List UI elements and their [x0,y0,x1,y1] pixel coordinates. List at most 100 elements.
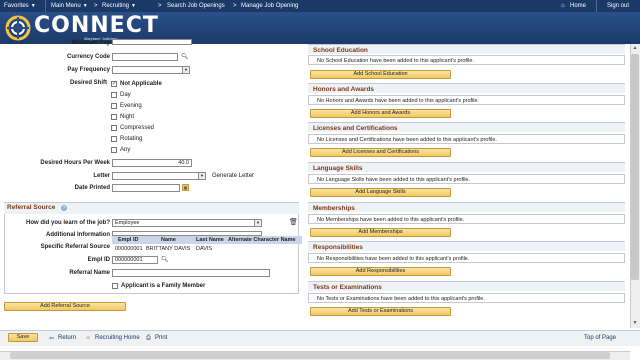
section-message: No Licenses and Certifications have been… [308,134,625,144]
add-tests-examinations-button[interactable]: Add Tests or Examinations [310,307,451,316]
breadcrumb-manage-job-opening[interactable]: Manage Job Opening [241,3,298,9]
recruiting-home-link[interactable]: Recruiting Home [95,335,140,341]
letter-select[interactable]: ▼ [112,172,206,180]
recruiting-home-icon[interactable]: ⌂ [86,335,90,341]
shift-checkbox-evening[interactable] [111,103,117,109]
top-nav-bar: Favorites ▼ Main Menu ▼ > Recruiting ▼ > Se… [0,0,640,12]
scrollbar-thumb[interactable] [631,54,639,280]
sign-out-link[interactable]: Sign out [607,3,629,9]
grid-header-alt-name: Alternate Character Name [228,237,296,243]
grid-cell-empl-id: 000000001 [115,246,143,252]
breadcrumb-arrow: > [158,3,162,9]
section-title: Tests or Examinations [308,281,625,291]
family-member-label: Applicant is a Family Member [121,283,206,289]
shift-checkbox-rotating[interactable] [111,136,117,142]
section-message: No Responsibilities have been added to t… [308,253,625,263]
add-school-education-button[interactable]: Add School Education [310,70,451,79]
chevron-down-icon: ▼ [254,220,261,226]
minimum-pay-label: Minimum Pay [71,40,110,46]
section-title: Language Skills [308,162,625,172]
section-message: No Tests or Examinations have been added… [308,293,625,303]
return-link[interactable]: Return [58,335,76,341]
horizontal-scrollbar-thumb[interactable] [10,352,610,359]
grid-cell-last-name: DAVIS [196,246,213,252]
shift-checkbox-day[interactable] [111,92,117,98]
breadcrumb-search-job-openings[interactable]: Search Job Openings [167,3,225,9]
add-language-skills-button[interactable]: Add Language Skills [310,188,451,197]
shift-label: Day [120,92,131,98]
referral-grid-row[interactable]: 000000001 BRITTANY DAVIS DAVIS [112,245,302,252]
generate-letter-link[interactable]: Generate Letter [212,173,254,179]
main-menu[interactable]: Main Menu ▼ [51,3,88,9]
how-learn-select[interactable]: Employee ▼ [112,219,262,227]
shift-label: Evening [120,103,142,109]
shift-label: Any [120,147,131,153]
how-learn-label: How did you learn of the job? [26,220,110,226]
breadcrumb-recruiting[interactable]: Recruiting ▼ [102,3,136,9]
shift-label: Compressed [120,125,155,131]
desired-hours-field[interactable]: 40.0 [112,159,192,167]
scroll-down-icon[interactable]: ▼ [631,320,639,328]
section-title: Honors and Awards [308,83,625,93]
add-referral-source-button[interactable]: Add Referral Source [4,302,126,311]
grid-header-name: Name [161,237,176,243]
shift-checkbox-not-applicable[interactable]: ✓ [111,81,117,87]
home-icon[interactable]: ⌂ [561,3,565,9]
specific-referral-label: Specific Referral Source [40,244,110,250]
trash-icon[interactable]: 🗑︎ [289,218,298,226]
connect-logo-icon [5,15,31,41]
print-link[interactable]: Print [155,335,167,341]
save-button[interactable]: Save [8,333,38,342]
referral-grid-header: Empl ID Name Last Name Alternate Charact… [112,236,302,244]
grid-header-empl-id: Empl ID [118,237,139,243]
chevron-down-icon: ▼ [198,173,205,179]
shift-label: Not Applicable [120,81,162,87]
breadcrumb-arrow: > [94,3,98,9]
nav-separator [45,0,46,12]
section-title: Responsibilities [308,241,625,251]
referral-source-title: Referral Source [7,204,56,211]
date-printed-label: Date Printed [74,185,110,191]
section-title: Memberships [308,202,625,212]
add-responsibilities-button[interactable]: Add Responsibilities [310,267,451,276]
section-message: No School Education have been added to t… [308,55,625,65]
shift-checkbox-night[interactable] [111,114,117,120]
top-of-page-link[interactable]: Top of Page [584,335,616,341]
pay-frequency-label: Pay Frequency [67,67,110,73]
calendar-icon[interactable]: ▦ [182,184,189,191]
shift-label: Rotating [120,136,143,142]
minimum-pay-field[interactable] [112,39,192,45]
date-printed-field[interactable] [112,184,180,192]
section-title: School Education [308,44,625,54]
empl-id-field[interactable]: 000000001 [112,256,158,264]
section-message: No Language Skills have been added to th… [308,174,625,184]
add-honors-awards-button[interactable]: Add Honors and Awards [310,109,451,118]
family-member-checkbox[interactable] [112,283,118,289]
help-icon[interactable]: ? [61,205,67,211]
section-message: No Honors and Awards have been added to … [308,95,625,105]
add-memberships-button[interactable]: Add Memberships [310,228,451,237]
section-message: No Memberships have been added to this a… [308,214,625,224]
return-icon[interactable]: ⇦ [49,335,54,342]
section-title: Licenses and Certifications [308,122,625,132]
referral-name-field[interactable] [112,269,270,277]
empl-id-label: Empl ID [87,257,110,263]
app-logo-text: CONNECT [34,13,159,38]
currency-code-field[interactable] [112,53,178,61]
lookup-icon[interactable]: 🔍︎ [181,53,189,60]
shift-checkbox-compressed[interactable] [111,125,117,131]
shift-checkbox-any[interactable] [111,147,117,153]
add-licenses-certifications-button[interactable]: Add Licenses and Certifications [310,148,451,157]
currency-code-label: Currency Code [66,54,110,60]
shift-label: Night [120,114,135,120]
favorites-menu[interactable]: Favorites ▼ [4,3,36,9]
home-link[interactable]: Home [570,3,586,9]
print-icon[interactable]: ⎙ [146,335,151,342]
additional-info-label: Additional Information [46,232,110,238]
breadcrumb-arrow: > [233,3,237,9]
pay-frequency-select[interactable]: ▼ [112,66,190,74]
nav-separator [596,0,597,12]
desired-shift-label: Desired Shift [69,80,107,86]
scroll-up-icon[interactable]: ▲ [631,45,639,53]
lookup-icon[interactable]: 🔍︎ [161,256,169,263]
